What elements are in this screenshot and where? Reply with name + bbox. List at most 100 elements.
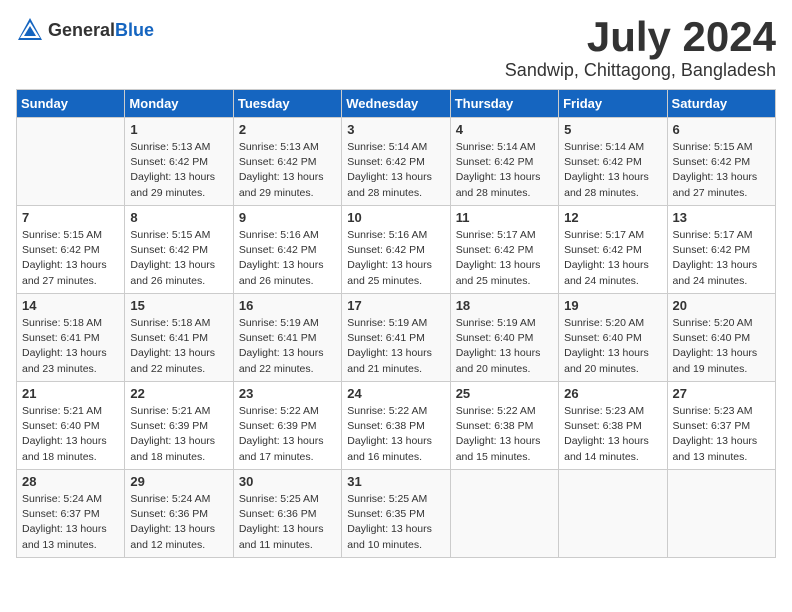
day-number: 29 (130, 474, 227, 489)
calendar-table: SundayMondayTuesdayWednesdayThursdayFrid… (16, 89, 776, 558)
day-number: 28 (22, 474, 119, 489)
day-info: Sunrise: 5:19 AM Sunset: 6:40 PM Dayligh… (456, 316, 553, 377)
day-info: Sunrise: 5:14 AM Sunset: 6:42 PM Dayligh… (456, 140, 553, 201)
calendar-cell: 18Sunrise: 5:19 AM Sunset: 6:40 PM Dayli… (450, 294, 558, 382)
day-info: Sunrise: 5:16 AM Sunset: 6:42 PM Dayligh… (347, 228, 444, 289)
day-info: Sunrise: 5:21 AM Sunset: 6:39 PM Dayligh… (130, 404, 227, 465)
calendar-cell: 7Sunrise: 5:15 AM Sunset: 6:42 PM Daylig… (17, 206, 125, 294)
calendar-cell: 17 Sunrise: 5:19 AM Sunset: 6:41 PM Dayli… (342, 294, 450, 382)
day-info: Sunrise: 5:16 AM Sunset: 6:42 PM Dayligh… (239, 228, 336, 289)
day-number: 14 (22, 298, 119, 313)
logo-blue-text: Blue (115, 20, 154, 41)
day-info: Sunrise: 5:22 AM Sunset: 6:39 PM Dayligh… (239, 404, 336, 465)
day-info: Sunrise: 5:24 AM Sunset: 6:36 PM Dayligh… (130, 492, 227, 553)
calendar-cell: 30 Sunrise: 5:25 AM Sunset: 6:36 PM Dayli… (233, 470, 341, 558)
day-number: 2 (239, 122, 336, 137)
calendar-cell: 16 Sunrise: 5:19 AM Sunset: 6:41 PM Dayli… (233, 294, 341, 382)
calendar-cell: 23 Sunrise: 5:22 AM Sunset: 6:39 PM Dayli… (233, 382, 341, 470)
day-info: Sunrise: 5:25 AM Sunset: 6:36 PM Dayligh… (239, 492, 336, 553)
calendar-cell: 4 Sunrise: 5:14 AM Sunset: 6:42 PM Daylig… (450, 118, 558, 206)
day-number: 10 (347, 210, 444, 225)
logo-general-text: General (48, 20, 115, 41)
calendar-cell (667, 470, 775, 558)
day-number: 11 (456, 210, 553, 225)
day-number: 4 (456, 122, 553, 137)
page-header: General Blue July 2024 Sandwip, Chittago… (16, 16, 776, 81)
day-info: Sunrise: 5:19 AM Sunset: 6:41 PM Dayligh… (347, 316, 444, 377)
calendar-cell: 14 Sunrise: 5:18 AM Sunset: 6:41 PM Dayli… (17, 294, 125, 382)
calendar-cell: 11 Sunrise: 5:17 AM Sunset: 6:42 PM Dayli… (450, 206, 558, 294)
weekday-header: Saturday (667, 90, 775, 118)
day-info: Sunrise: 5:18 AM Sunset: 6:41 PM Dayligh… (22, 316, 119, 377)
calendar-cell: 22 Sunrise: 5:21 AM Sunset: 6:39 PM Dayli… (125, 382, 233, 470)
day-number: 8 (130, 210, 227, 225)
day-number: 9 (239, 210, 336, 225)
calendar-cell (559, 470, 667, 558)
calendar-cell: 8Sunrise: 5:15 AM Sunset: 6:42 PM Daylig… (125, 206, 233, 294)
day-number: 5 (564, 122, 661, 137)
day-number: 3 (347, 122, 444, 137)
day-info: Sunrise: 5:17 AM Sunset: 6:42 PM Dayligh… (456, 228, 553, 289)
calendar-week-row: 21 Sunrise: 5:21 AM Sunset: 6:40 PM Dayli… (17, 382, 776, 470)
calendar-cell: 10 Sunrise: 5:16 AM Sunset: 6:42 PM Dayli… (342, 206, 450, 294)
day-info: Sunrise: 5:14 AM Sunset: 6:42 PM Dayligh… (564, 140, 661, 201)
calendar-cell: 3 Sunrise: 5:14 AM Sunset: 6:42 PM Daylig… (342, 118, 450, 206)
header-row: SundayMondayTuesdayWednesdayThursdayFrid… (17, 90, 776, 118)
logo-icon (16, 16, 44, 44)
day-number: 15 (130, 298, 227, 313)
month-title: July 2024 (505, 16, 776, 58)
day-info: Sunrise: 5:22 AM Sunset: 6:38 PM Dayligh… (347, 404, 444, 465)
day-info: Sunrise: 5:17 AM Sunset: 6:42 PM Dayligh… (564, 228, 661, 289)
day-number: 12 (564, 210, 661, 225)
day-info: Sunrise: 5:21 AM Sunset: 6:40 PM Dayligh… (22, 404, 119, 465)
calendar-cell: 6Sunrise: 5:15 AM Sunset: 6:42 PM Daylig… (667, 118, 775, 206)
location-title: Sandwip, Chittagong, Bangladesh (505, 60, 776, 81)
calendar-cell (17, 118, 125, 206)
weekday-header: Thursday (450, 90, 558, 118)
day-info: Sunrise: 5:20 AM Sunset: 6:40 PM Dayligh… (673, 316, 770, 377)
calendar-cell: 1 Sunrise: 5:13 AM Sunset: 6:42 PM Daylig… (125, 118, 233, 206)
calendar-cell: 20Sunrise: 5:20 AM Sunset: 6:40 PM Dayli… (667, 294, 775, 382)
day-number: 1 (130, 122, 227, 137)
day-info: Sunrise: 5:15 AM Sunset: 6:42 PM Dayligh… (22, 228, 119, 289)
day-info: Sunrise: 5:15 AM Sunset: 6:42 PM Dayligh… (673, 140, 770, 201)
day-number: 21 (22, 386, 119, 401)
day-info: Sunrise: 5:14 AM Sunset: 6:42 PM Dayligh… (347, 140, 444, 201)
day-info: Sunrise: 5:22 AM Sunset: 6:38 PM Dayligh… (456, 404, 553, 465)
calendar-cell: 15 Sunrise: 5:18 AM Sunset: 6:41 PM Dayli… (125, 294, 233, 382)
calendar-cell: 26Sunrise: 5:23 AM Sunset: 6:38 PM Dayli… (559, 382, 667, 470)
calendar-cell: 25 Sunrise: 5:22 AM Sunset: 6:38 PM Dayli… (450, 382, 558, 470)
day-number: 13 (673, 210, 770, 225)
calendar-cell: 9 Sunrise: 5:16 AM Sunset: 6:42 PM Daylig… (233, 206, 341, 294)
calendar-week-row: 28Sunrise: 5:24 AM Sunset: 6:37 PM Dayli… (17, 470, 776, 558)
calendar-cell: 5 Sunrise: 5:14 AM Sunset: 6:42 PM Daylig… (559, 118, 667, 206)
day-number: 27 (673, 386, 770, 401)
day-info: Sunrise: 5:18 AM Sunset: 6:41 PM Dayligh… (130, 316, 227, 377)
day-info: Sunrise: 5:20 AM Sunset: 6:40 PM Dayligh… (564, 316, 661, 377)
calendar-cell: 21 Sunrise: 5:21 AM Sunset: 6:40 PM Dayli… (17, 382, 125, 470)
day-number: 22 (130, 386, 227, 401)
day-number: 19 (564, 298, 661, 313)
day-info: Sunrise: 5:23 AM Sunset: 6:37 PM Dayligh… (673, 404, 770, 465)
weekday-header: Wednesday (342, 90, 450, 118)
title-area: July 2024 Sandwip, Chittagong, Banglades… (505, 16, 776, 81)
calendar-cell: 31Sunrise: 5:25 AM Sunset: 6:35 PM Dayli… (342, 470, 450, 558)
day-info: Sunrise: 5:17 AM Sunset: 6:42 PM Dayligh… (673, 228, 770, 289)
day-number: 16 (239, 298, 336, 313)
day-info: Sunrise: 5:13 AM Sunset: 6:42 PM Dayligh… (130, 140, 227, 201)
day-number: 30 (239, 474, 336, 489)
day-number: 17 (347, 298, 444, 313)
day-info: Sunrise: 5:19 AM Sunset: 6:41 PM Dayligh… (239, 316, 336, 377)
day-number: 25 (456, 386, 553, 401)
calendar-cell: 2 Sunrise: 5:13 AM Sunset: 6:42 PM Daylig… (233, 118, 341, 206)
day-info: Sunrise: 5:25 AM Sunset: 6:35 PM Dayligh… (347, 492, 444, 553)
weekday-header: Sunday (17, 90, 125, 118)
calendar-week-row: 7Sunrise: 5:15 AM Sunset: 6:42 PM Daylig… (17, 206, 776, 294)
calendar-cell: 13 Sunrise: 5:17 AM Sunset: 6:42 PM Dayli… (667, 206, 775, 294)
calendar-week-row: 1 Sunrise: 5:13 AM Sunset: 6:42 PM Daylig… (17, 118, 776, 206)
day-info: Sunrise: 5:13 AM Sunset: 6:42 PM Dayligh… (239, 140, 336, 201)
calendar-cell (450, 470, 558, 558)
calendar-cell: 24Sunrise: 5:22 AM Sunset: 6:38 PM Dayli… (342, 382, 450, 470)
calendar-cell: 29 Sunrise: 5:24 AM Sunset: 6:36 PM Dayli… (125, 470, 233, 558)
day-number: 23 (239, 386, 336, 401)
